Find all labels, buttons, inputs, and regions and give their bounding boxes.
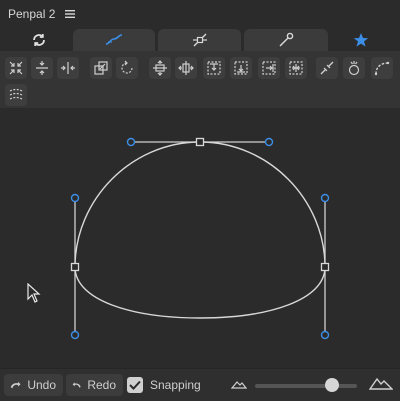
zoom-slider-track[interactable] [255,384,357,388]
zoom-slider-thumb[interactable] [325,378,339,392]
distribute-top-icon [207,61,221,75]
anchor-node-left [70,262,80,272]
close-path-button[interactable] [343,57,365,79]
app-title: Penpal 2 [8,6,56,21]
redo-icon [72,382,81,388]
move-horizontal-icon [178,61,194,75]
simplify-path-icon [9,88,23,100]
zoom-in-mountain-icon[interactable] [369,376,393,390]
align-center-horizontal-icon [61,62,75,74]
distribute-center-button[interactable] [285,57,307,79]
distribute-right-button[interactable] [258,57,280,79]
control-handle [70,330,80,340]
anchor-node-right [320,262,330,272]
break-path-icon [320,61,334,75]
snapping-checkbox[interactable] [127,377,143,393]
distribute-center-icon [289,61,303,75]
snapping-toggle[interactable]: Snapping [127,377,201,393]
distribute-middle-button[interactable] [230,57,252,79]
smooth-curve-icon [374,61,390,76]
scale-icon [94,61,108,75]
undo-button[interactable]: Undo [4,374,63,396]
move-vertical-icon [153,60,167,76]
control-handle [320,330,330,340]
distribute-right-icon [262,61,276,75]
tab-favorites[interactable] [330,29,392,51]
tab-refresh[interactable] [8,29,70,51]
control-handle [70,193,80,203]
closed-path [74,141,326,319]
control-handle [320,193,330,203]
hamburger-menu-icon[interactable] [63,7,77,21]
checkmark-icon [129,380,141,390]
smooth-curve-button[interactable] [371,57,393,79]
align-vertical-button[interactable] [31,57,53,79]
zoom-out-mountain-icon[interactable] [231,379,247,389]
tab-pen-tool[interactable] [244,29,328,51]
title-bar: Penpal 2 [0,0,400,27]
break-path-button[interactable] [316,57,338,79]
undo-icon [10,381,21,389]
move-horizontal-button[interactable] [175,57,197,79]
curve-icon [105,34,123,45]
tab-bar [0,27,400,51]
distribute-middle-icon [234,61,248,75]
toolbar [0,51,400,108]
rotate-button[interactable] [116,57,138,79]
mouse-cursor-icon [27,283,41,303]
pen-tool-icon [279,32,294,47]
anchor-node-top [195,137,205,147]
drawing-canvas[interactable] [0,108,400,368]
control-handle [126,137,136,147]
curve-drawing[interactable] [0,108,400,368]
refresh-icon [33,34,45,46]
distribute-top-button[interactable] [203,57,225,79]
redo-label: Redo [87,378,116,392]
tab-curve[interactable] [73,29,155,51]
control-handle [264,137,274,147]
rotate-icon [121,60,133,74]
collapse-icon [9,61,23,75]
align-horizontal-button[interactable] [57,57,79,79]
redo-button[interactable]: Redo [66,374,123,396]
tab-node-tool[interactable] [158,29,241,51]
close-path-icon [348,61,360,76]
align-center-vertical-icon [36,61,48,75]
scale-button[interactable] [90,57,112,79]
simplify-path-button[interactable] [5,84,27,106]
undo-label: Undo [27,378,56,392]
collapse-button[interactable] [5,57,27,79]
node-tool-icon [192,33,207,47]
snapping-label: Snapping [150,378,201,392]
star-icon [353,33,369,47]
move-vertical-button[interactable] [149,57,171,79]
